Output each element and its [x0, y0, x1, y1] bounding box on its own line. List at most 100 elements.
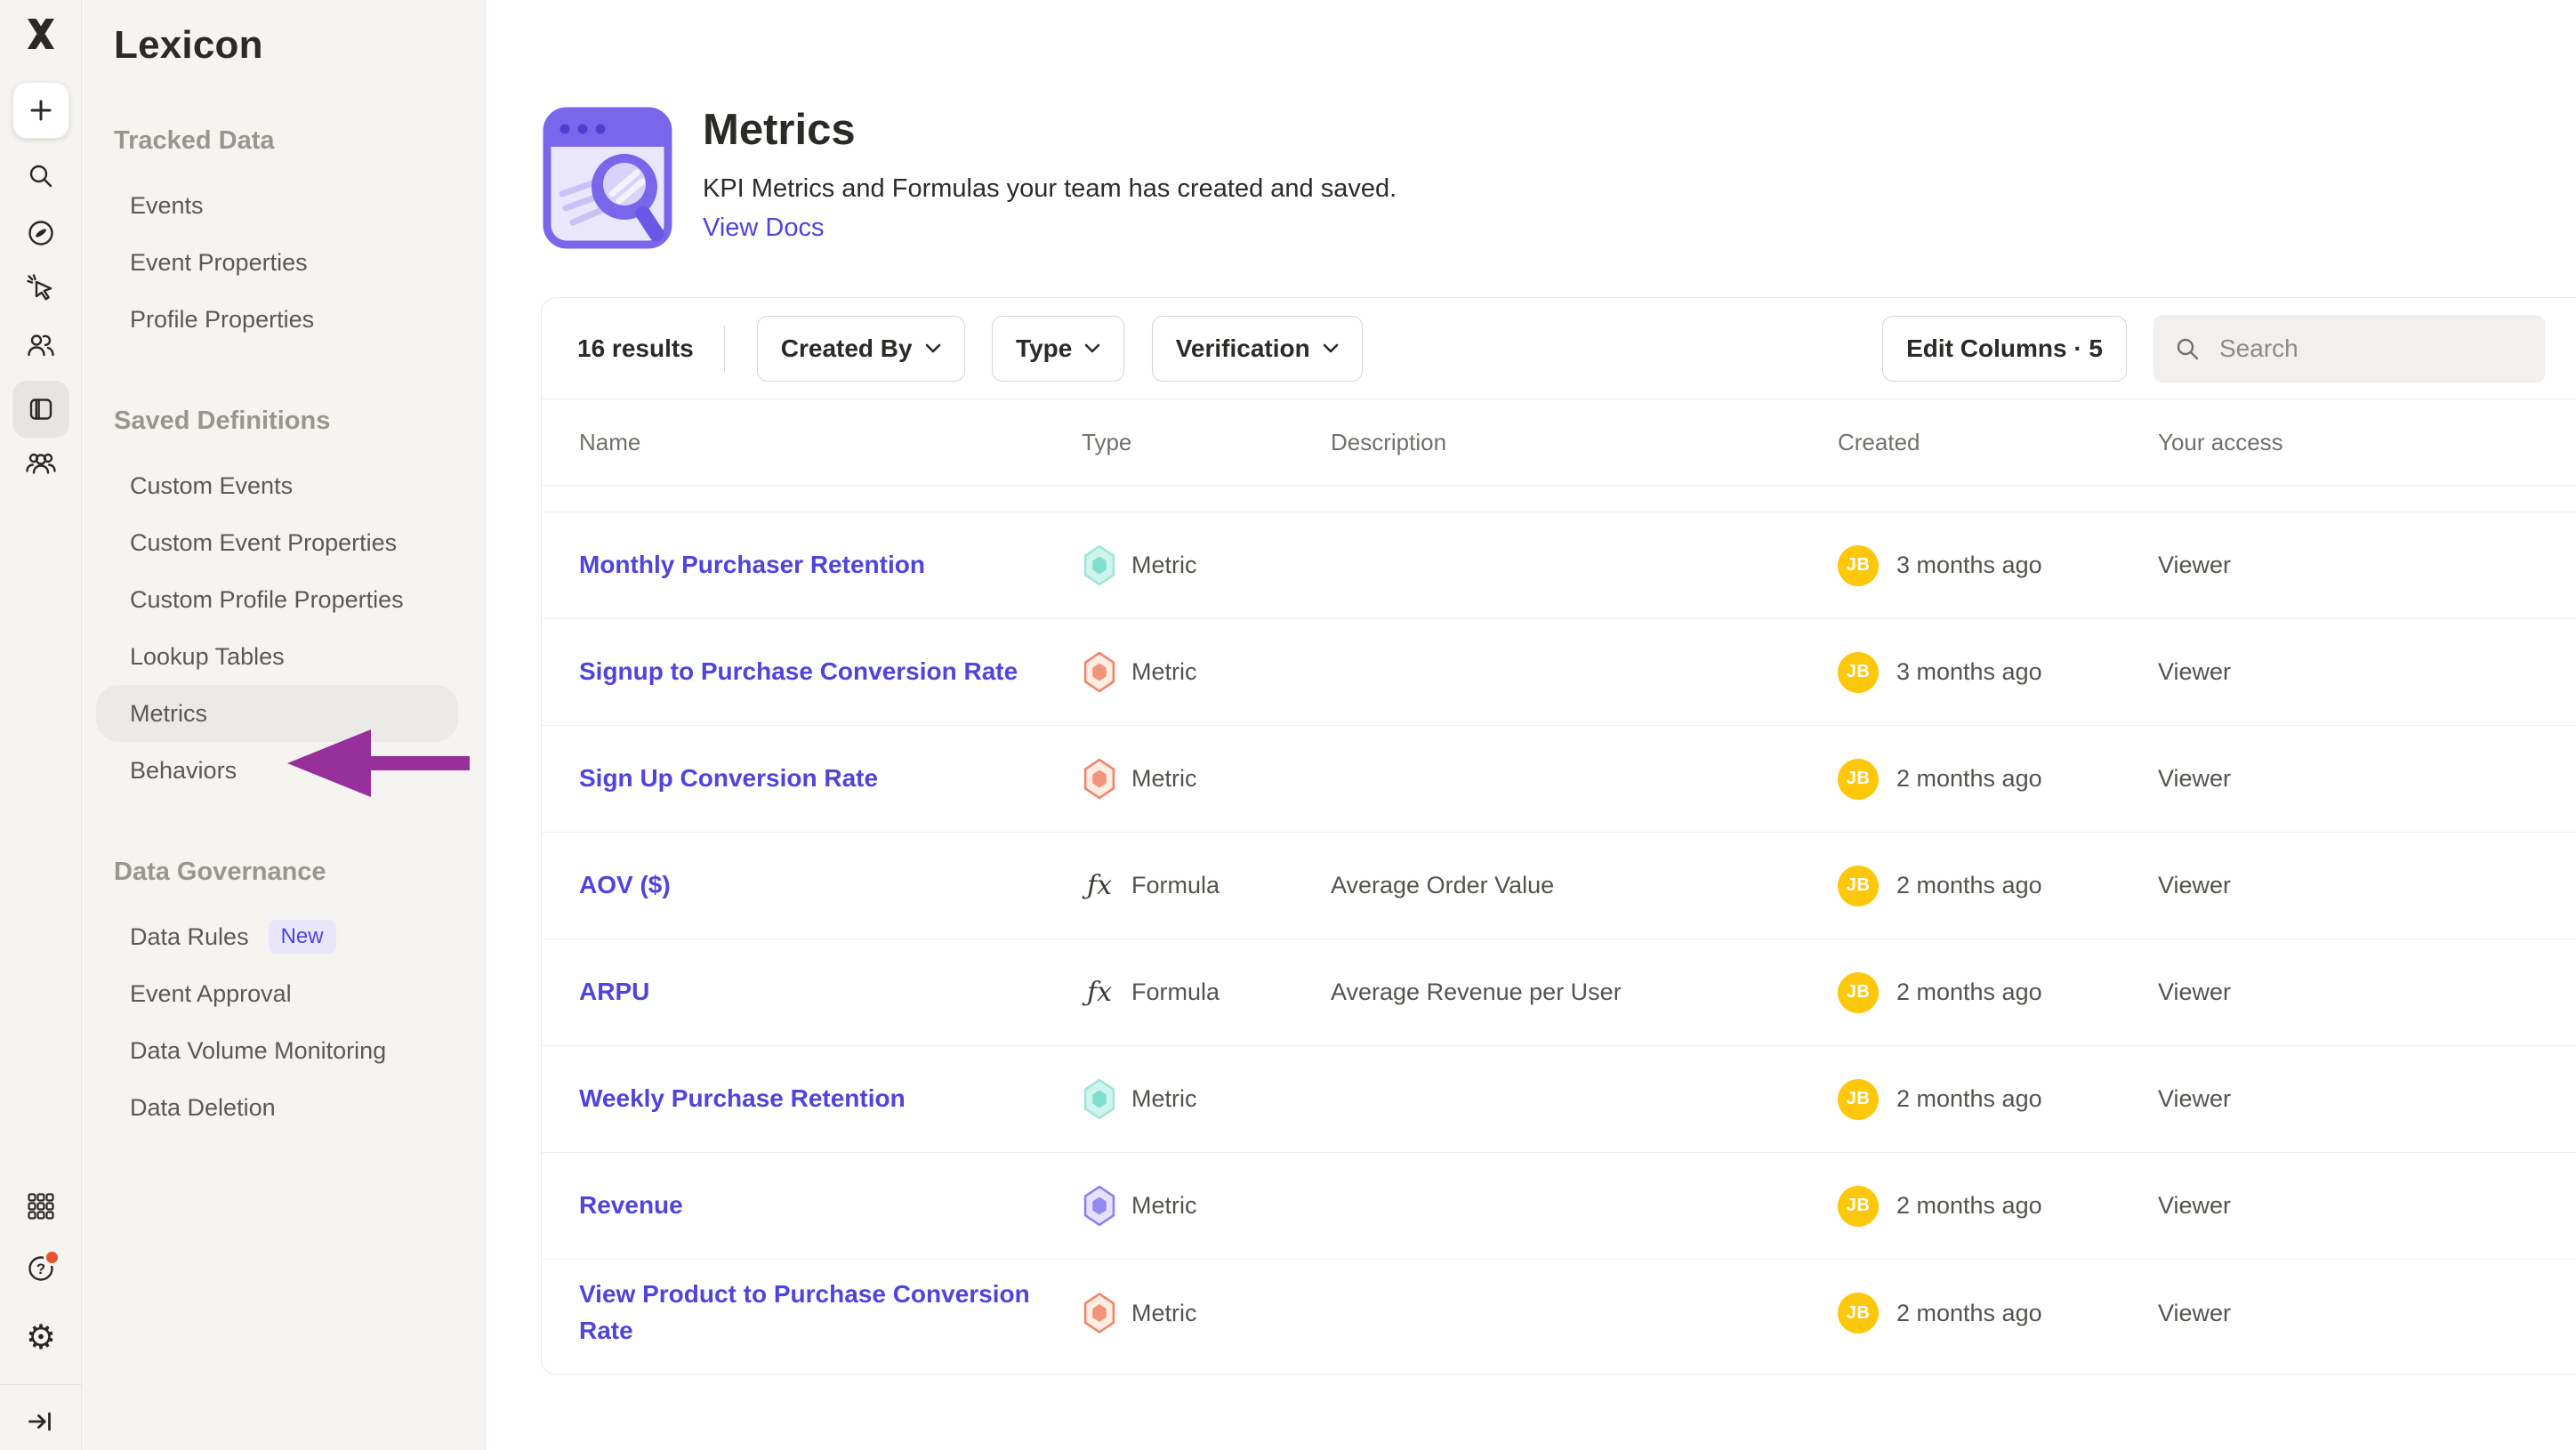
grid-apps-icon[interactable]	[25, 1190, 57, 1222]
type-label: Metric	[1131, 1300, 1197, 1327]
sidebar-section-label: Saved Definitions	[82, 407, 485, 436]
sidebar-section-label: Tracked Data	[82, 126, 485, 156]
table-row: Monthly Purchaser Retention Metric JB 3 …	[542, 512, 2576, 619]
filter-buttons: Created By Type Verification	[757, 316, 1386, 382]
sidebar-item-data-deletion[interactable]: Data Deletion	[82, 1079, 485, 1136]
filter-button-type[interactable]: Type	[992, 316, 1124, 382]
created-time: 3 months ago	[1896, 552, 2042, 579]
hexagon-teal-metric-icon	[1082, 1079, 1117, 1120]
sidebar-item-data-volume-monitoring[interactable]: Data Volume Monitoring	[82, 1022, 485, 1079]
created-time: 2 months ago	[1896, 1192, 2042, 1220]
view-docs-link[interactable]: View Docs	[703, 213, 824, 243]
page-subtitle: KPI Metrics and Formulas your team has c…	[703, 174, 1397, 204]
filter-label: Verification	[1176, 334, 1310, 363]
chevron-down-icon	[1084, 343, 1100, 354]
table-header-row: NameTypeDescriptionCreatedYour access	[542, 399, 2576, 486]
sidebar-item-data-rules[interactable]: Data Rules New	[82, 908, 485, 965]
sidebar-item-label: Event Properties	[130, 249, 308, 277]
metric-name-link[interactable]: Signup to Purchase Conversion Rate	[579, 654, 1057, 690]
sidebar-item-metrics[interactable]: Metrics	[96, 685, 458, 742]
sidebar-item-label: Behaviors	[130, 757, 237, 785]
sidebar-section: Saved Definitions Custom Events Custom Ev…	[82, 407, 485, 799]
metric-name-link[interactable]: Monthly Purchaser Retention	[579, 547, 964, 584]
column-header-created: Created	[1838, 429, 2158, 456]
search-icon[interactable]	[25, 160, 57, 192]
sidebar-item-custom-event-properties[interactable]: Custom Event Properties	[82, 514, 485, 571]
results-count: 16 results	[577, 334, 694, 363]
user-group-icon[interactable]	[25, 447, 57, 479]
hexagon-orange-metric-icon	[1082, 1293, 1117, 1333]
cursor-click-icon[interactable]	[25, 272, 57, 304]
column-header-your-access: Your access	[2158, 429, 2576, 456]
plus-icon	[25, 94, 57, 126]
type-label: Formula	[1131, 872, 1220, 899]
panel-icon	[25, 393, 57, 425]
avatar: JB	[1838, 866, 1879, 906]
metrics-table-card: 16 results Created By Type Verification …	[541, 297, 2576, 1375]
lexicon-panel-button[interactable]	[12, 381, 69, 438]
avatar: JB	[1838, 652, 1879, 693]
filter-button-created-by[interactable]: Created By	[757, 316, 965, 382]
compass-icon[interactable]	[25, 217, 57, 249]
filter-label: Type	[1016, 334, 1072, 363]
metric-name-link[interactable]: Revenue	[579, 1188, 722, 1224]
hexagon-orange-metric-icon	[1082, 759, 1117, 800]
formula-icon: ƒx	[1082, 866, 1117, 906]
sidebar-section: Data Governance Data Rules New Event Appro…	[82, 858, 485, 1136]
column-header-description: Description	[1331, 429, 1838, 456]
search-input[interactable]	[2218, 334, 2525, 364]
svg-text:?: ?	[36, 1261, 45, 1277]
hexagon-teal-metric-icon	[1082, 545, 1117, 586]
access-level: Viewer	[2158, 1192, 2231, 1220]
type-label: Formula	[1131, 979, 1220, 1006]
sidebar-item-label: Data Rules	[130, 923, 249, 951]
avatar: JB	[1838, 759, 1879, 800]
avatar: JB	[1838, 545, 1879, 586]
filter-button-verification[interactable]: Verification	[1152, 316, 1363, 382]
created-time: 2 months ago	[1896, 1085, 2042, 1113]
metric-name-link[interactable]: View Product to Purchase Conversion Rate	[579, 1277, 1082, 1349]
sidebar-item-label: Data Deletion	[130, 1094, 276, 1122]
metric-name-link[interactable]: AOV ($)	[579, 867, 710, 904]
description-text: Average Revenue per User	[1331, 979, 1622, 1006]
metrics-illustration-icon	[543, 107, 672, 249]
sidebar-section-label: Data Governance	[82, 858, 485, 887]
metric-name-link[interactable]: ARPU	[579, 974, 688, 1011]
new-badge: New	[269, 920, 336, 954]
chevron-down-icon	[925, 343, 941, 354]
table-row: Signup to Purchase Conversion Rate Metri…	[542, 619, 2576, 726]
sidebar-item-lookup-tables[interactable]: Lookup Tables	[82, 628, 485, 685]
access-level: Viewer	[2158, 658, 2231, 686]
sidebar-item-event-properties[interactable]: Event Properties	[82, 234, 485, 291]
sidebar-item-custom-profile-properties[interactable]: Custom Profile Properties	[82, 571, 485, 628]
collapse-right-icon[interactable]	[25, 1406, 57, 1438]
filter-label: Created By	[781, 334, 913, 363]
metric-name-link[interactable]: Sign Up Conversion Rate	[579, 761, 917, 797]
gear-icon[interactable]: ⚙	[25, 1322, 57, 1354]
users-icon[interactable]	[25, 329, 57, 361]
new-report-button[interactable]	[12, 82, 69, 139]
help-icon[interactable]: ?	[25, 1253, 57, 1285]
column-header-name: Name	[579, 429, 1082, 456]
sidebar-item-label: Lookup Tables	[130, 643, 285, 671]
rail-divider	[0, 1384, 82, 1385]
sidebar-item-events[interactable]: Events	[82, 177, 485, 234]
created-time: 3 months ago	[1896, 658, 2042, 686]
metric-name-link[interactable]: Weekly Purchase Retention	[579, 1081, 945, 1117]
sidebar: Lexicon Tracked Data EventsEvent Propert…	[82, 0, 486, 1450]
table-row: AOV ($) ƒx Formula Average Order Value J…	[542, 833, 2576, 939]
avatar: JB	[1838, 972, 1879, 1013]
search-box[interactable]	[2153, 315, 2545, 383]
sidebar-item-profile-properties[interactable]: Profile Properties	[82, 291, 485, 348]
created-time: 2 months ago	[1896, 872, 2042, 899]
edit-columns-button[interactable]: Edit Columns · 5	[1882, 316, 2127, 382]
sidebar-item-event-approval[interactable]: Event Approval	[82, 965, 485, 1022]
access-level: Viewer	[2158, 765, 2231, 793]
sidebar-item-behaviors[interactable]: Behaviors	[82, 742, 485, 799]
type-label: Metric	[1131, 658, 1197, 686]
sidebar-item-custom-events[interactable]: Custom Events	[82, 457, 485, 514]
table-row-sliver	[542, 486, 2576, 512]
access-level: Viewer	[2158, 552, 2231, 579]
sidebar-item-label: Custom Events	[130, 472, 293, 500]
sidebar-section: Tracked Data Events Event Properties Profi…	[82, 126, 485, 348]
